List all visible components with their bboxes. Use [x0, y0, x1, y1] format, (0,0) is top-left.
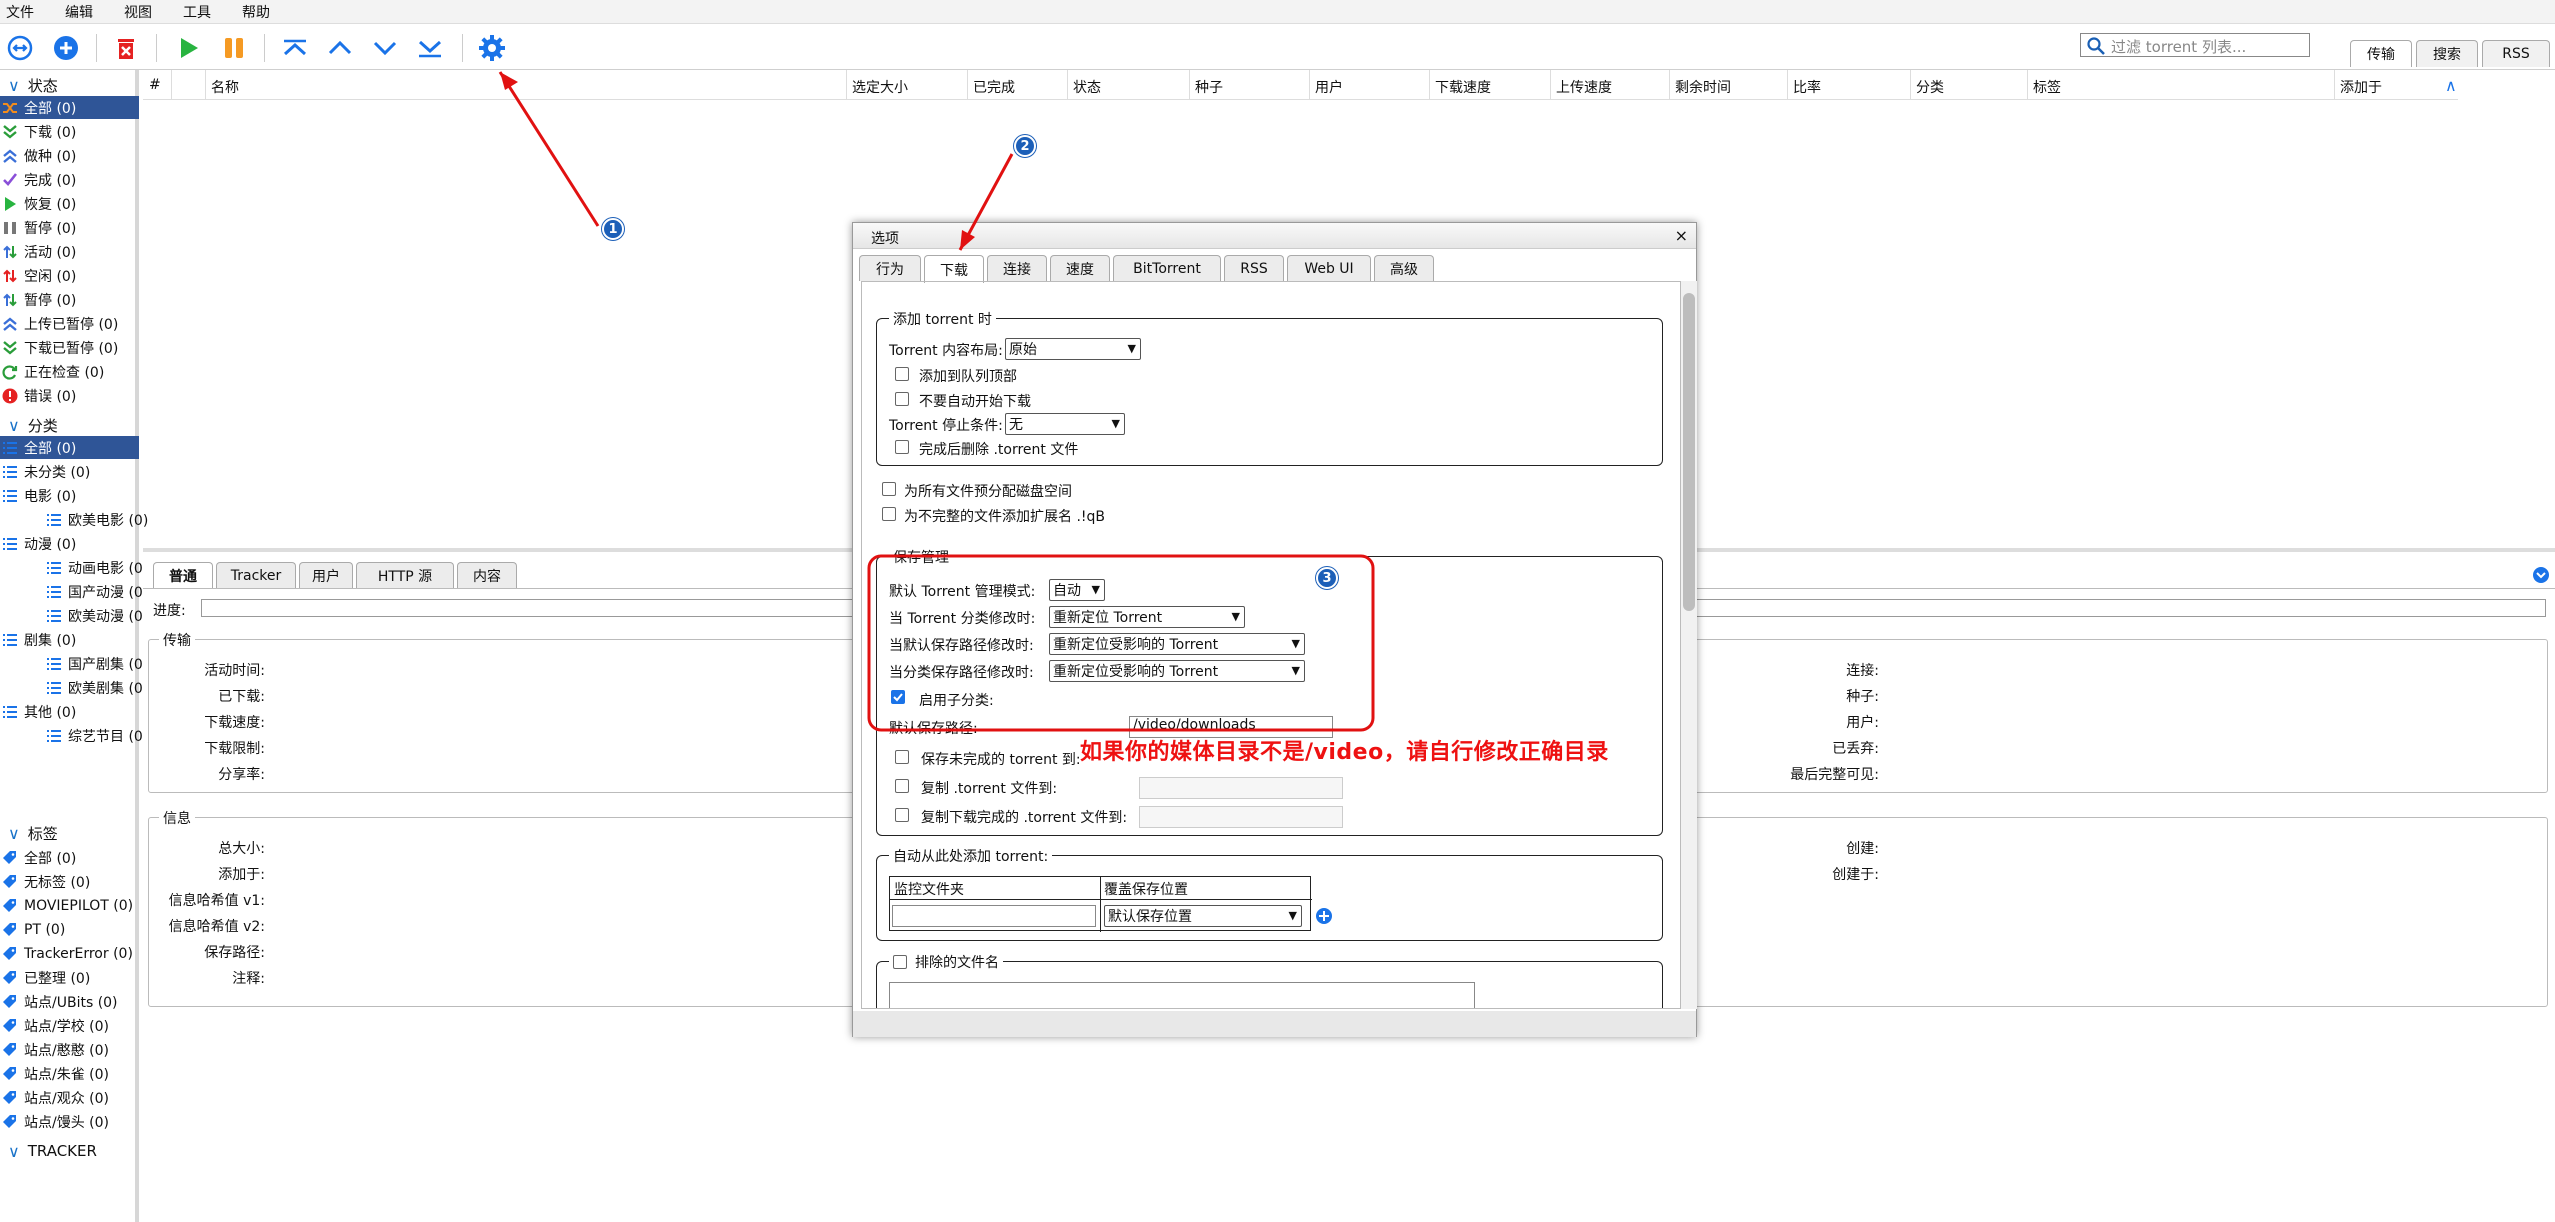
annotation-badge-3: 3: [1316, 567, 1338, 589]
annotation-arrow-1: [498, 71, 600, 227]
annotation-badge-1: 1: [602, 218, 624, 240]
annotation-badge-2: 2: [1014, 135, 1036, 157]
annotation-overlay: [498, 71, 1375, 732]
annotation-arrowhead-2: [960, 230, 975, 250]
annotation-highlight-box: [867, 554, 1375, 732]
annotation-arrowhead-1: [500, 72, 518, 90]
annotation-text: 如果你的媒体目录不是/video，请自行修改正确目录: [1080, 740, 1609, 765]
